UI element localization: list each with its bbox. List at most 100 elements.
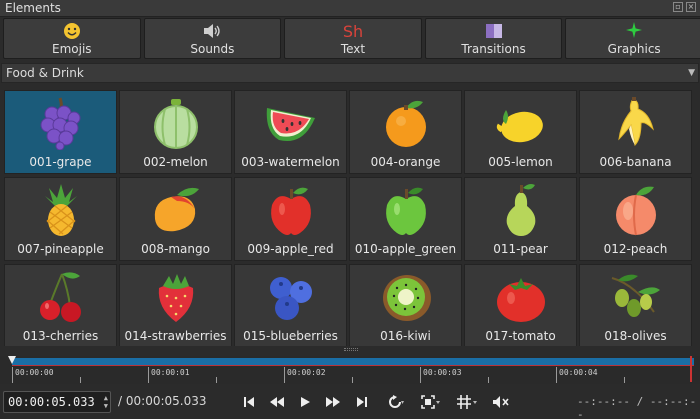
zoom-fit-button[interactable]	[419, 392, 443, 412]
tomato-icon	[465, 269, 576, 325]
go-to-start-button[interactable]	[241, 392, 257, 412]
timeline-zone[interactable]	[12, 358, 694, 366]
ruler-label: 00:00:02	[287, 368, 326, 377]
ruler-tick	[420, 367, 421, 383]
orange-icon	[350, 95, 461, 151]
spinner-icon[interactable]: ▲ ▼	[104, 394, 108, 410]
grid-item-label: 001-grape	[29, 155, 92, 169]
ruler-tick	[148, 367, 149, 383]
grid-item-label: 006-banana	[599, 155, 672, 169]
close-panel-icon[interactable]: ×	[686, 2, 696, 12]
grid-icon	[457, 395, 477, 409]
grid-item-label: 010-apple_green	[354, 242, 457, 256]
total-duration: / 00:00:05.033	[118, 394, 207, 408]
tab-label: Transitions	[461, 41, 526, 56]
grid-item[interactable]: 016-kiwi	[349, 264, 462, 348]
chevron-down-icon: ▼	[688, 68, 695, 78]
tab-transitions[interactable]: Transitions	[424, 18, 563, 59]
watermelon-icon	[235, 95, 346, 151]
tab-emojis[interactable]: Emojis	[3, 18, 141, 59]
grid-item[interactable]: 007-pineapple	[4, 177, 117, 261]
blueberries-icon	[235, 269, 346, 325]
tab-sounds[interactable]: Sounds	[143, 18, 282, 59]
total-duration-value: 00:00:05.033	[125, 394, 207, 408]
rewind-button[interactable]	[267, 392, 287, 412]
elements-grid: 001-grape 002-melon 003-watermelon 004-o…	[4, 90, 694, 348]
grid-item[interactable]: 013-cherries	[4, 264, 117, 348]
tab-label: Emojis	[52, 41, 92, 56]
grid-item-label: 004-orange	[370, 155, 441, 169]
grid-item[interactable]: 005-lemon	[464, 90, 577, 174]
strawberry-icon	[120, 269, 231, 325]
olives-icon	[580, 269, 691, 325]
peach-icon	[580, 182, 691, 238]
timecode-separator: /	[118, 394, 123, 408]
grid-item[interactable]: 006-banana	[579, 90, 692, 174]
timeline-ruler[interactable]: 00:00:00 00:00:01 00:00:02 00:00:03 00:0…	[0, 356, 700, 384]
playhead-marker[interactable]	[8, 356, 16, 364]
tab-label: Graphics	[607, 41, 661, 56]
mute-button[interactable]	[490, 392, 512, 412]
tab-label: Text	[340, 41, 366, 56]
grid-item[interactable]: 014-strawberries	[119, 264, 232, 348]
pineapple-icon	[5, 182, 116, 238]
loop-button[interactable]	[383, 392, 407, 412]
lemon-icon	[465, 95, 576, 151]
transition-icon	[485, 22, 503, 42]
speaker-icon	[202, 22, 222, 42]
grid-item[interactable]: 010-apple_green	[349, 177, 462, 261]
ruler-label: 00:00:01	[151, 368, 190, 377]
grid-item-label: 012-peach	[603, 242, 668, 256]
grid-item[interactable]: 011-pear	[464, 177, 577, 261]
grid-item-label: 013-cherries	[22, 329, 99, 343]
panel-header-buttons: ▫ ×	[673, 2, 696, 12]
grid-item[interactable]: 008-mango	[119, 177, 232, 261]
grid-item[interactable]: 015-blueberries	[234, 264, 347, 348]
rewind-icon	[270, 397, 284, 407]
grid-item-label: 016-kiwi	[380, 329, 431, 343]
grid-item[interactable]: 012-peach	[579, 177, 692, 261]
loop-icon	[389, 395, 404, 408]
ruler-tick	[352, 377, 353, 383]
skip-end-icon	[357, 397, 367, 407]
panel-title: Elements	[5, 1, 61, 15]
smiley-icon	[63, 22, 81, 42]
grid-item[interactable]: 004-orange	[349, 90, 462, 174]
panel-header: Elements ▫ ×	[0, 0, 700, 17]
category-dropdown[interactable]: Food & Drink ▼	[1, 63, 699, 83]
grid-item-label: 003-watermelon	[241, 155, 340, 169]
play-button[interactable]	[297, 392, 313, 412]
grid-item-label: 011-pear	[493, 242, 548, 256]
green-apple-icon	[350, 182, 461, 238]
grid-item[interactable]: 009-apple_red	[234, 177, 347, 261]
tab-graphics[interactable]: Graphics	[565, 18, 700, 59]
grid-overlay-button[interactable]	[454, 392, 480, 412]
grid-item[interactable]: 017-tomato	[464, 264, 577, 348]
panel-splitter[interactable]	[0, 346, 700, 354]
tab-bar: Emojis Sounds Sh Text Transitions Graphi…	[3, 18, 700, 60]
grid-item-label: 014-strawberries	[124, 329, 227, 343]
ruler-tick	[80, 377, 81, 383]
kiwi-icon	[350, 269, 461, 325]
banana-icon	[580, 95, 691, 151]
mango-icon	[120, 182, 231, 238]
tab-text[interactable]: Sh Text	[284, 18, 422, 59]
zone-timecode: --:--:-- / --:--:--	[577, 395, 697, 419]
timecode-input[interactable]: 00:00:05.033 ▲ ▼	[3, 391, 111, 413]
play-icon	[301, 397, 310, 407]
grid-item[interactable]: 018-olives	[579, 264, 692, 348]
ruler-tick	[488, 377, 489, 383]
grid-item-label: 017-tomato	[485, 329, 556, 343]
go-to-end-button[interactable]	[354, 392, 370, 412]
ruler-label: 00:00:04	[559, 368, 598, 377]
forward-button[interactable]	[323, 392, 343, 412]
tab-label: Sounds	[190, 41, 235, 56]
cherries-icon	[5, 269, 116, 325]
grid-item[interactable]: 002-melon	[119, 90, 232, 174]
grid-item[interactable]: 003-watermelon	[234, 90, 347, 174]
grape-icon	[5, 95, 116, 151]
grid-item[interactable]: 001-grape	[4, 90, 117, 174]
float-panel-icon[interactable]: ▫	[673, 2, 683, 12]
text-icon: Sh	[342, 21, 364, 41]
ruler-label: 00:00:03	[423, 368, 462, 377]
